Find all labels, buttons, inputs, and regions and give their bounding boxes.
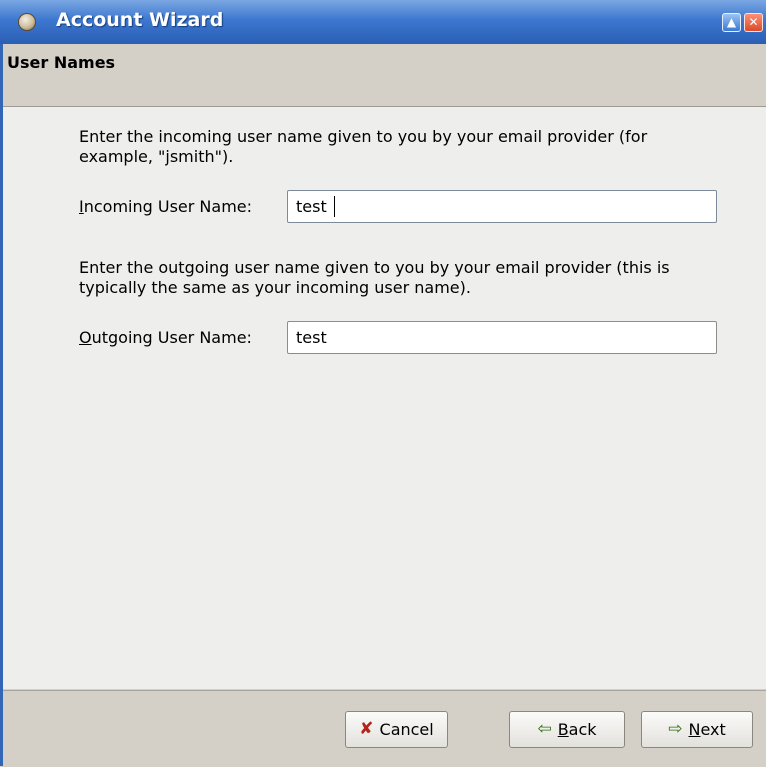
next-label: Next (688, 720, 725, 739)
back-mnemonic: B (557, 720, 569, 739)
back-arrow-icon: ⇦ (537, 719, 552, 739)
window-title: Account Wizard (56, 9, 224, 31)
page-title: User Names (7, 53, 116, 72)
outgoing-description: Enter the outgoing user name given to yo… (79, 258, 670, 297)
cancel-button[interactable]: ✘ Cancel (345, 711, 448, 748)
next-button[interactable]: ⇨ Next (641, 711, 753, 748)
outgoing-username-input[interactable] (287, 321, 717, 354)
incoming-description: Enter the incoming user name given to yo… (79, 127, 648, 166)
back-label-rest: ack (568, 720, 597, 739)
incoming-username-input[interactable] (287, 190, 717, 223)
close-button[interactable]: ✕ (744, 13, 763, 32)
outgoing-username-label: Outgoing User Name: (79, 328, 252, 347)
incoming-label-text: ncoming User Name: (83, 197, 253, 216)
outgoing-label-mnemonic: O (79, 328, 92, 347)
page-header: User Names (3, 44, 766, 107)
next-label-rest: ext (700, 720, 726, 739)
next-arrow-icon: ⇨ (668, 719, 683, 739)
back-label: Back (558, 720, 597, 739)
incoming-username-label: Incoming User Name: (79, 197, 252, 216)
cancel-label: Cancel (379, 720, 434, 739)
next-mnemonic: N (688, 720, 701, 739)
app-icon[interactable] (18, 13, 36, 31)
maximize-button[interactable]: ▲ (722, 13, 741, 32)
window-titlebar[interactable]: Account Wizard ▲ ✕ (0, 0, 766, 45)
back-button[interactable]: ⇦ Back (509, 711, 625, 748)
text-cursor (334, 196, 335, 217)
outgoing-label-text: utgoing User Name: (91, 328, 252, 347)
cancel-x-icon: ✘ (359, 719, 374, 739)
